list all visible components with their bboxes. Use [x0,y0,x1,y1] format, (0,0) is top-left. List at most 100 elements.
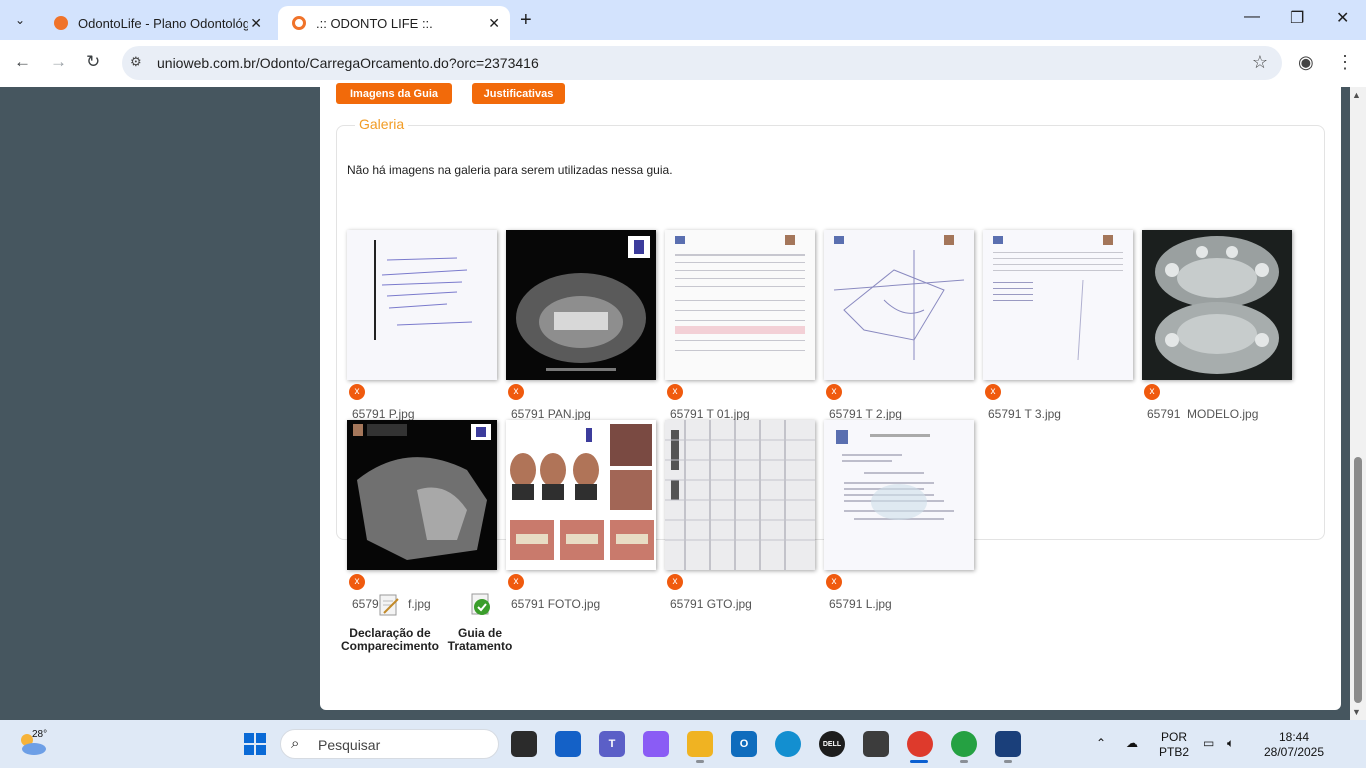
close-tab-icon[interactable]: ✕ [488,15,500,32]
delete-image-button[interactable]: x [667,384,683,400]
delete-image-button[interactable]: x [349,384,365,400]
url-path: /Odonto/CarregaOrcamento.do?orc=2373416 [255,55,539,71]
close-tab-icon[interactable]: ✕ [250,15,262,32]
image-filename[interactable]: 65791 PAN.jpg [511,407,591,421]
image-filename[interactable]: 65791 T 01.jpg [670,407,750,421]
store-icon[interactable] [555,731,581,757]
restore-icon[interactable]: ❐ [1290,8,1304,28]
scrollbar-thumb[interactable] [1354,457,1362,703]
file-explorer-icon[interactable] [687,731,713,757]
tab-odonto-life[interactable]: .:: ODONTO LIFE ::. ✕ [278,6,510,40]
image-thumbnail[interactable] [347,230,497,380]
image-thumbnail[interactable] [506,230,656,380]
taskbar-search[interactable]: ⌕ Pesquisar [280,729,499,759]
image-filename[interactable]: 65791 T 3.jpg [988,407,1061,421]
task-view-icon[interactable] [511,731,537,757]
clock-date: 28/07/2025 [1263,745,1325,759]
images-button[interactable]: Imagens da Guia [336,83,452,104]
whatsapp-icon[interactable] [951,731,977,757]
volume-icon[interactable]: 🔈︎ [1227,736,1234,751]
treatment-guide-link[interactable]: Guia de Tratamento [442,627,518,653]
menu-kebab-icon[interactable]: ⋮ [1336,52,1354,73]
running-indicator [960,760,968,763]
bookmark-star-icon[interactable]: ☆ [1252,52,1268,73]
browser-toolbar: ← → ↻ ⚙ unioweb.com.br/Odonto/CarregaOrc… [0,40,1366,87]
chrome-icon[interactable] [907,731,933,757]
clock-time: 18:44 [1278,730,1310,744]
delete-image-button[interactable]: x [508,574,524,590]
search-placeholder: Pesquisar [318,737,381,753]
image-thumbnail[interactable] [983,230,1133,380]
image-filename[interactable]: 65791 P.jpg [352,407,415,421]
image-thumbnail[interactable] [1142,230,1292,380]
image-filename-suffix[interactable]: f.jpg [408,597,431,611]
delete-image-button[interactable]: x [826,574,842,590]
keyboard-layout: PTB2 [1158,745,1189,759]
image-filename[interactable]: 65791 FOTO.jpg [511,597,600,611]
edge-icon[interactable] [775,731,801,757]
search-icon: ⌕ [291,735,300,752]
image-thumbnail[interactable] [665,420,815,570]
image-filename[interactable]: 65791 GTO.jpg [670,597,752,611]
tab-odontolife-plano[interactable]: OdontoLife - Plano Odontológico ✕ [40,6,272,40]
outlook-icon[interactable]: O [731,731,757,757]
justifications-button[interactable]: Justificativas [472,83,565,104]
image-filename[interactable]: 65791 MODELO.jpg [1147,407,1258,421]
odontolife-app-icon[interactable] [995,731,1021,757]
tab-search-button[interactable]: ⌄ [6,7,34,33]
image-thumbnail[interactable] [824,420,974,570]
attendance-declaration-link[interactable]: Declaração de Comparecimento [337,627,443,653]
document-check-icon[interactable] [470,593,492,617]
tab-title: .:: ODONTO LIFE ::. [316,15,433,31]
reload-icon[interactable]: ↻ [86,52,100,72]
close-window-icon[interactable]: ✕ [1336,8,1349,28]
url-host: unioweb.com.br [157,55,256,71]
odontolife-favicon-icon [292,16,306,30]
language-code: POR [1160,730,1187,744]
site-info-icon[interactable]: ⚙ [130,54,142,70]
temperature: 28° [32,729,48,740]
empty-gallery-message: Não há imagens na galeria para serem uti… [347,163,673,177]
doc-label-line: Comparecimento [340,639,440,653]
delete-image-button[interactable]: x [508,384,524,400]
new-tab-icon[interactable]: + [520,9,532,32]
tab-bar: ⌄ OdontoLife - Plano Odontológico ✕ .:: … [0,0,1366,40]
delete-image-button[interactable]: x [667,574,683,590]
delete-image-button[interactable]: x [826,384,842,400]
image-filename-prefix[interactable]: 6579 [352,597,379,611]
image-filename[interactable]: 65791 T 2.jpg [829,407,902,421]
running-indicator [1004,760,1012,763]
image-thumbnail[interactable] [665,230,815,380]
image-thumbnail[interactable] [824,230,974,380]
scroll-up-icon[interactable]: ▲ [1352,90,1361,100]
tab-title: OdontoLife - Plano Odontológico [78,15,248,31]
image-filename[interactable]: 65791 L.jpg [829,597,892,611]
image-thumbnail[interactable] [506,420,656,570]
profile-icon[interactable]: ◉ [1298,52,1314,73]
delete-image-button[interactable]: x [985,384,1001,400]
forward-icon[interactable]: → [50,52,67,72]
delete-image-button[interactable]: x [349,574,365,590]
running-indicator [696,760,704,763]
image-thumbnail[interactable] [347,420,497,570]
document-pencil-icon[interactable] [378,593,400,617]
start-button[interactable] [244,733,266,755]
dell-icon[interactable]: DELL [819,731,845,757]
minimize-icon[interactable]: — [1244,8,1260,26]
teams-icon[interactable]: T [599,731,625,757]
address-bar[interactable]: ⚙ unioweb.com.br/Odonto/CarregaOrcamento… [122,46,1282,80]
input-language[interactable]: POR PTB2 [1156,730,1192,760]
clock[interactable]: 18:44 28/07/2025 [1256,730,1332,760]
odontolife-favicon-icon [54,16,68,30]
delete-image-button[interactable]: x [1144,384,1160,400]
weather-widget[interactable]: 28° [18,728,48,758]
back-icon[interactable]: ← [14,52,31,72]
scroll-down-icon[interactable]: ▼ [1352,707,1361,717]
network-icon[interactable]: ▭ [1203,736,1214,751]
onedrive-icon[interactable]: ☁ [1126,736,1138,751]
microsoft-365-icon[interactable] [863,731,889,757]
windows-taskbar: 28° ⌕ Pesquisar T O DELL ⌃ ☁ POR PTB2 ▭ … [0,720,1366,768]
show-hidden-icons[interactable]: ⌃ [1096,736,1106,751]
url-text[interactable]: unioweb.com.br/Odonto/CarregaOrcamento.d… [157,55,539,71]
copilot-icon[interactable] [643,731,669,757]
